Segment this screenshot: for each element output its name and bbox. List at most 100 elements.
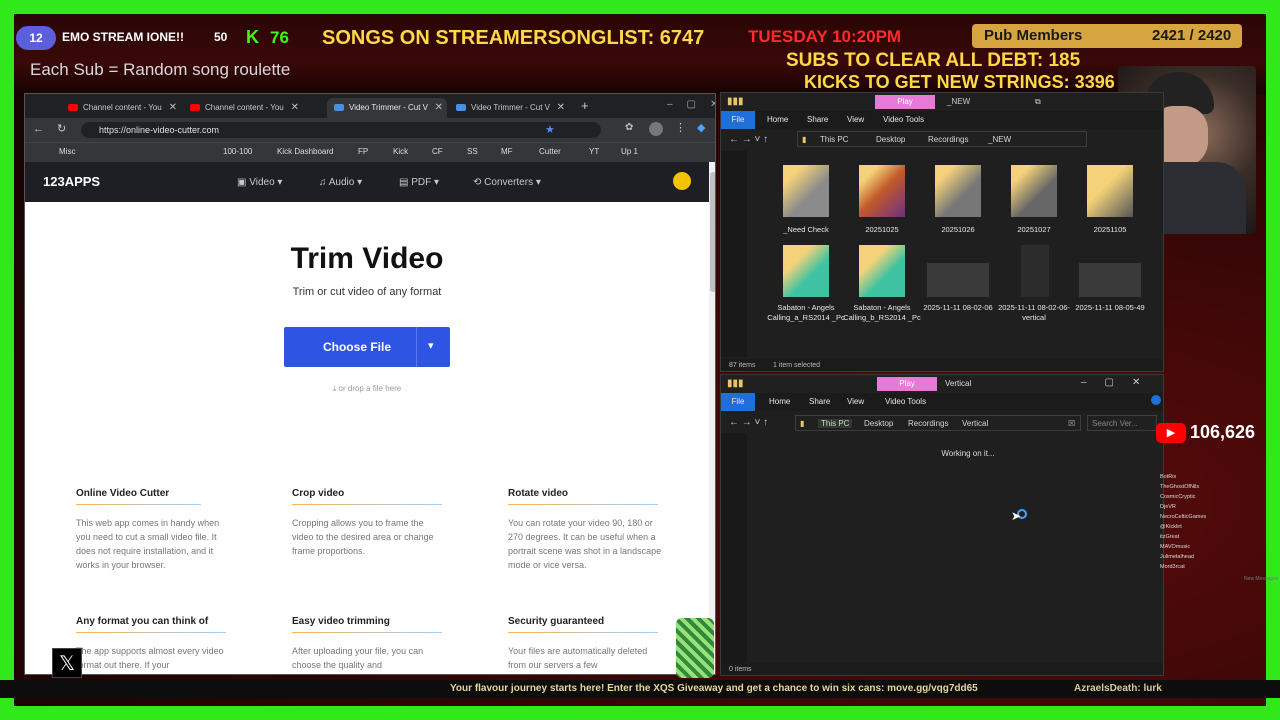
feature-title: Security guaranteed — [508, 616, 605, 627]
bookmark-cutter[interactable]: Cutter — [539, 147, 561, 156]
star-icon[interactable]: ★ — [545, 123, 555, 136]
path-segment[interactable]: This PC — [820, 135, 848, 144]
ribbon-video-tools[interactable]: Video Tools — [885, 397, 926, 406]
tab-video-trimmer[interactable]: Video Trimmer - Cut V ✕ — [449, 98, 569, 118]
status-bar: 0 items — [721, 663, 1163, 675]
bookmark-kick-dashboard[interactable]: Kick Dashboard — [277, 147, 333, 156]
path-segment[interactable]: Desktop — [876, 135, 905, 144]
tab-youtube-2[interactable]: Channel content - You ✕ — [183, 98, 303, 118]
leaderboard: BotRix TheGhostOfNils CosmicCryptic DjeV… — [1160, 472, 1264, 576]
item-label: 20251027 — [1017, 225, 1051, 234]
folder-thumb[interactable] — [1011, 165, 1057, 217]
ribbon-video-tools[interactable]: Video Tools — [883, 115, 924, 124]
subs-debt: SUBS TO CLEAR ALL DEBT: 185 — [786, 50, 1081, 71]
window-controls[interactable]: –▢✕ — [1081, 377, 1158, 388]
feature-text: Your files are automatically deleted fro… — [508, 646, 648, 670]
ribbon-home[interactable]: Home — [769, 397, 790, 406]
pub-members-value: 2421 / 2420 — [1152, 27, 1232, 44]
search-input[interactable]: Search Ver... — [1087, 415, 1157, 431]
pdf-icon: ▤ — [399, 177, 412, 188]
help-icon[interactable] — [1151, 395, 1161, 405]
path-segment[interactable]: This PC — [818, 419, 853, 428]
bookmark-cf[interactable]: CF — [432, 147, 443, 156]
avatar[interactable] — [649, 122, 663, 136]
profile-icon[interactable] — [673, 172, 691, 190]
tab-youtube-1[interactable]: Channel content - You ✕ — [61, 98, 181, 118]
nav-arrows[interactable]: ← → ˅ ↑ — [729, 417, 768, 428]
folder-thumb[interactable] — [859, 165, 905, 217]
folder-thumb[interactable] — [935, 165, 981, 217]
close-icon[interactable]: ✕ — [557, 102, 565, 113]
ribbon-share[interactable]: Share — [807, 115, 828, 124]
nav-video[interactable]: ▣ Video ▾ — [237, 177, 282, 188]
path-segment[interactable]: Vertical — [962, 419, 988, 428]
bookmark-kick[interactable]: Kick — [393, 147, 408, 156]
clear-icon[interactable]: ☒ — [1068, 419, 1075, 428]
path-segment[interactable]: _NEW — [988, 135, 1011, 144]
video-thumb[interactable] — [1021, 245, 1049, 297]
nav-audio[interactable]: ♫ Audio ▾ — [319, 177, 362, 188]
play-tab[interactable]: Play — [875, 95, 935, 109]
ribbon-share[interactable]: Share — [809, 397, 830, 406]
menu-icon[interactable]: ⋮ — [675, 121, 686, 134]
site-logo[interactable]: 123APPS — [43, 174, 100, 189]
back-icon[interactable]: ← — [33, 123, 44, 135]
path-segment[interactable]: Desktop — [864, 419, 893, 428]
chrome-window: Channel content - You ✕ Channel content -… — [24, 93, 716, 675]
nav-arrows[interactable]: ← → ˅ ↑ — [729, 134, 768, 145]
ribbon-home[interactable]: Home — [767, 115, 788, 124]
address-bar[interactable]: ▮ This PC Desktop Recordings _NEW — [797, 131, 1087, 147]
path-segment[interactable]: Recordings — [908, 419, 948, 428]
page-scrollbar[interactable] — [709, 162, 715, 674]
chevron-down-icon[interactable]: ▾ — [428, 339, 434, 352]
url-bar: ← ↻ https://online-video-cutter.com ★ ✿ … — [25, 118, 715, 142]
close-icon[interactable]: ✕ — [169, 102, 177, 113]
folder-thumb[interactable] — [783, 245, 829, 297]
youtube-icon: ▶ — [1156, 423, 1186, 443]
folder-thumb[interactable] — [859, 245, 905, 297]
ribbon: File Home Share View Video Tools — [721, 111, 1163, 129]
bookmark-fp[interactable]: FP — [358, 147, 368, 156]
feature-text: The app supports almost every video form… — [76, 646, 224, 670]
window-title: _NEW — [947, 97, 971, 106]
copilot-icon[interactable]: ◆ — [697, 121, 705, 134]
folder-thumb[interactable] — [783, 165, 829, 217]
bookmark-yt[interactable]: YT — [589, 147, 599, 156]
feature-underline — [508, 504, 658, 505]
address-input[interactable]: https://online-video-cutter.com — [81, 122, 601, 138]
ribbon-file[interactable]: File — [721, 111, 755, 129]
window-title: Vertical — [945, 379, 972, 388]
restore-icon[interactable]: ⧉ — [1035, 97, 1041, 107]
reload-icon[interactable]: ↻ — [57, 122, 66, 135]
folder-thumb[interactable] — [1087, 165, 1133, 217]
leaderboard-row: TheGhostOfNils — [1160, 484, 1200, 490]
nav-pdf[interactable]: ▤ PDF ▾ — [399, 177, 439, 188]
video-thumb[interactable] — [1079, 263, 1141, 297]
path-segment[interactable]: Recordings — [928, 135, 968, 144]
leaderboard-row: Julimetalhead — [1160, 554, 1194, 560]
stream-count: 50 — [214, 30, 228, 44]
bookmark-mf[interactable]: MF — [501, 147, 513, 156]
video-thumb[interactable] — [927, 263, 989, 297]
feature-underline — [76, 504, 201, 505]
nav-pane — [721, 151, 747, 357]
bookmark-ss[interactable]: SS — [467, 147, 478, 156]
bookmark-misc[interactable]: Misc — [59, 147, 75, 156]
close-icon[interactable]: ✕ — [291, 102, 299, 113]
ribbon-file[interactable]: File — [721, 393, 755, 411]
choose-file-label: Choose File — [322, 340, 391, 354]
ribbon-view[interactable]: View — [847, 397, 864, 406]
nav-converters[interactable]: ⟲ Converters ▾ — [473, 177, 541, 188]
ribbon-view[interactable]: View — [847, 115, 864, 124]
extensions-icon[interactable]: ✿ — [625, 122, 633, 133]
choose-file-button[interactable]: Choose File ▾ — [284, 327, 450, 367]
new-tab-icon[interactable]: + — [581, 98, 589, 113]
window-controls[interactable]: –▢✕ — [667, 99, 715, 110]
bookmark-up1[interactable]: Up 1 — [621, 147, 638, 156]
play-tab[interactable]: Play — [877, 377, 937, 391]
drop-hint: ⤓ or drop a file here — [332, 384, 402, 393]
tab-video-trimmer-active[interactable]: Video Trimmer - Cut V ✕ — [327, 98, 447, 118]
bookmark-100[interactable]: 100-100 — [223, 147, 252, 156]
address-bar[interactable]: ▮ This PC Desktop Recordings Vertical ☒ — [795, 415, 1081, 431]
close-icon[interactable]: ✕ — [435, 102, 443, 113]
